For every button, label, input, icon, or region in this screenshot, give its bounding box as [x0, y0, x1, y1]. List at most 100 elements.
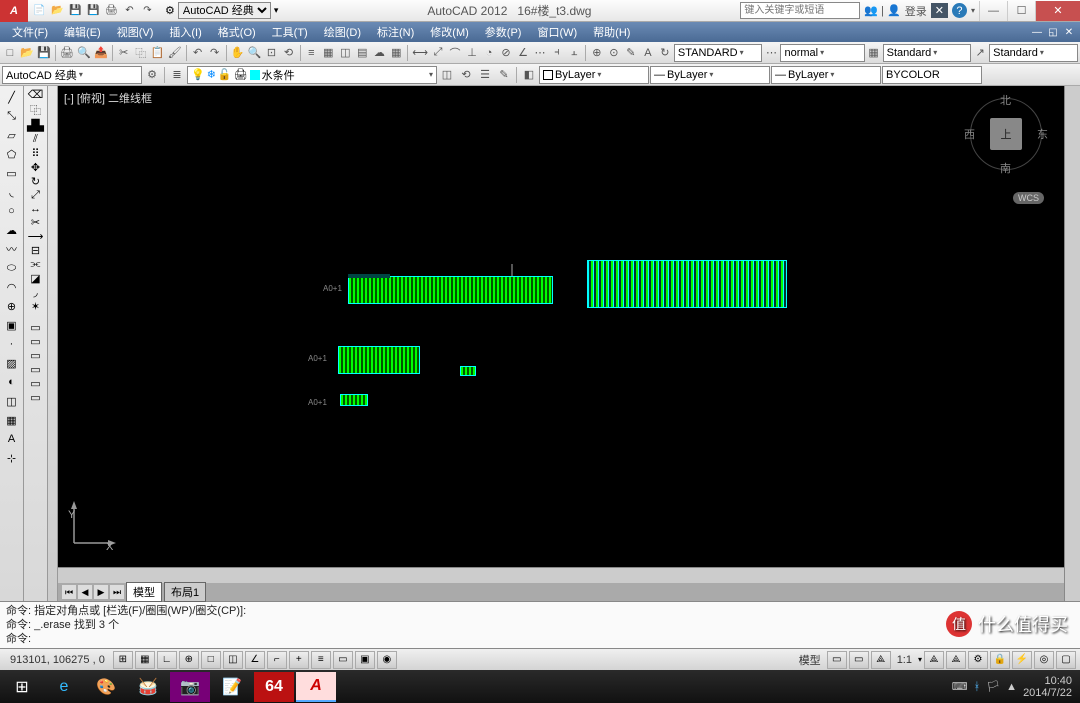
undo-icon[interactable]: ↶ — [122, 3, 137, 18]
coords-readout[interactable]: 913101, 106275 , 0 — [4, 654, 111, 666]
new-icon[interactable]: 📄 — [32, 3, 47, 18]
lineweight-dropdown[interactable]: —ByLayer▾ — [771, 66, 881, 84]
zoom-icon[interactable]: 🔍 — [247, 44, 263, 62]
maximize-button[interactable]: ☐ — [1007, 1, 1035, 21]
preview-icon[interactable]: 🔍 — [76, 44, 92, 62]
ducs-toggle[interactable]: ⌐ — [267, 651, 287, 669]
dyn-toggle[interactable]: + — [289, 651, 309, 669]
ellipse-arc-icon[interactable]: ◠ — [2, 278, 22, 296]
offset-icon[interactable]: ⫽ — [33, 133, 38, 146]
menu-item[interactable]: 参数(P) — [477, 24, 530, 40]
linetype-dropdown[interactable]: —ByLayer▾ — [650, 66, 770, 84]
task-app2-icon[interactable]: 🥁 — [128, 672, 168, 702]
menu-item[interactable]: 工具(T) — [264, 24, 316, 40]
tray-time[interactable]: 10:40 — [1023, 675, 1072, 687]
viewport-label[interactable]: [-] [俯视] 二维线框 — [64, 90, 152, 106]
revcloud-icon[interactable]: ☁ — [2, 221, 22, 239]
command-line[interactable]: 命令: 指定对角点或 [栏选(F)/圈围(WP)/圈交(CP)]: 命令: _.… — [0, 601, 1080, 648]
dim-quick-icon[interactable]: ⋯ — [532, 44, 548, 62]
menu-item[interactable]: 帮助(H) — [585, 24, 638, 40]
osnap-toggle[interactable]: □ — [201, 651, 221, 669]
trim-icon[interactable]: ✂ — [31, 216, 40, 229]
mleader-icon[interactable]: ↗ — [972, 44, 988, 62]
calc-icon[interactable]: ▦ — [388, 44, 404, 62]
task-notes-icon[interactable]: 📝 — [212, 672, 252, 702]
props-icon[interactable]: ≡ — [303, 44, 319, 62]
h-scrollbar[interactable] — [58, 567, 1064, 583]
polar-toggle[interactable]: ⊕ — [179, 651, 199, 669]
color-icon[interactable]: ◧ — [520, 66, 538, 84]
layer-tool4-icon[interactable]: ▭ — [30, 363, 40, 376]
menu-item[interactable]: 插入(I) — [161, 24, 209, 40]
tab-prev-icon[interactable]: ◀ — [78, 585, 92, 599]
tray-flag-icon[interactable]: 🏳 — [986, 680, 1000, 693]
3dosnap-toggle[interactable]: ◫ — [223, 651, 243, 669]
table-icon[interactable]: ▦ — [2, 411, 22, 429]
layer-iso-icon[interactable]: ◫ — [438, 66, 456, 84]
drawing-qv-icon[interactable]: ▭ — [849, 651, 869, 669]
color-dropdown[interactable]: ByLayer▾ — [539, 66, 649, 84]
line-icon[interactable]: ╱ — [2, 88, 22, 106]
copy-icon[interactable]: ⿻ — [30, 102, 41, 118]
layer-dropdown[interactable]: 💡❄🔓🖨 水条件▾ — [187, 66, 437, 84]
point-icon[interactable]: · — [2, 335, 22, 353]
lwt-toggle[interactable]: ≡ — [311, 651, 331, 669]
layer-tool3-icon[interactable]: ▭ — [30, 349, 40, 362]
move-icon[interactable]: ✥ — [31, 161, 40, 174]
tray-up-icon[interactable]: ▲ — [1006, 681, 1017, 693]
tab-layout1[interactable]: 布局1 — [164, 582, 206, 602]
save-icon[interactable]: 💾 — [68, 3, 83, 18]
tab-last-icon[interactable]: ⏭ — [110, 585, 124, 599]
gradient-icon[interactable]: ◐ — [2, 373, 22, 391]
xline-icon[interactable]: ⤡ — [2, 107, 22, 125]
print-icon[interactable]: 🖨 — [59, 44, 75, 62]
palette-handle[interactable] — [48, 86, 58, 601]
circle-icon[interactable]: ○ — [2, 202, 22, 220]
join-icon[interactable]: ⫘ — [31, 258, 41, 271]
snap-toggle[interactable]: ⊞ — [113, 651, 133, 669]
dim-arc-icon[interactable]: ⌒ — [447, 44, 463, 62]
rect-icon[interactable]: ▭ — [2, 164, 22, 182]
new-icon[interactable]: □ — [2, 44, 18, 62]
menu-item[interactable]: 视图(V) — [109, 24, 162, 40]
center-icon[interactable]: ⊙ — [606, 44, 622, 62]
viewcube[interactable]: 北 南 东 西 上 — [966, 94, 1046, 174]
tab-model[interactable]: 模型 — [126, 582, 162, 602]
arc-icon[interactable]: ◟ — [2, 183, 22, 201]
layer-prev-icon[interactable]: ⟲ — [457, 66, 475, 84]
ortho-toggle[interactable]: ∟ — [157, 651, 177, 669]
dim-rad-icon[interactable]: ◔ — [481, 44, 497, 62]
clean-screen-icon[interactable]: ▢ — [1056, 651, 1076, 669]
print-icon[interactable]: 🖨 — [104, 3, 119, 18]
insert-icon[interactable]: ⊕ — [2, 297, 22, 315]
mdi-restore-icon[interactable]: ◱ — [1046, 27, 1060, 38]
polygon-icon[interactable]: ⬠ — [2, 145, 22, 163]
layer-tool1-icon[interactable]: ▭ — [30, 321, 40, 334]
task-ie-icon[interactable]: e — [44, 672, 84, 702]
save-icon[interactable]: 💾 — [36, 44, 52, 62]
model-viewport[interactable]: [-] [俯视] 二维线框 北 南 东 西 上 WCS A0+1 A0+1 A0… — [58, 86, 1064, 567]
explode-icon[interactable]: ✶ — [31, 300, 40, 313]
rotate-icon[interactable]: ↻ — [31, 175, 40, 188]
layer-match-icon[interactable]: ✎ — [495, 66, 513, 84]
table-style-icon[interactable]: ▦ — [866, 44, 882, 62]
textstyle-dropdown[interactable]: normal▾ — [780, 44, 864, 62]
redo-icon[interactable]: ↷ — [140, 3, 155, 18]
login-link[interactable]: 登录 — [905, 3, 927, 19]
tray-bluetooth-icon[interactable]: ᚼ — [974, 681, 981, 693]
isolate-icon[interactable]: ◎ — [1034, 651, 1054, 669]
layer-tool5-icon[interactable]: ▭ — [30, 377, 40, 390]
extend-icon[interactable]: ⟶ — [28, 230, 44, 243]
task-autocad-icon[interactable]: A — [296, 672, 336, 702]
plotstyle-dropdown[interactable]: BYCOLOR — [882, 66, 982, 84]
toolbar-lock-icon[interactable]: 🔒 — [990, 651, 1010, 669]
paste-icon[interactable]: 📋 — [150, 44, 166, 62]
block-icon[interactable]: ▣ — [2, 316, 22, 334]
saveas-icon[interactable]: 💾 — [86, 3, 101, 18]
mirror-icon[interactable]: ▟▙ — [27, 119, 44, 132]
scale-icon[interactable]: ⤢ — [31, 189, 40, 202]
redo-icon[interactable]: ↷ — [207, 44, 223, 62]
help-search-input[interactable] — [740, 2, 860, 19]
zoom-window-icon[interactable]: ⊡ — [264, 44, 280, 62]
menu-item[interactable]: 格式(O) — [210, 24, 264, 40]
